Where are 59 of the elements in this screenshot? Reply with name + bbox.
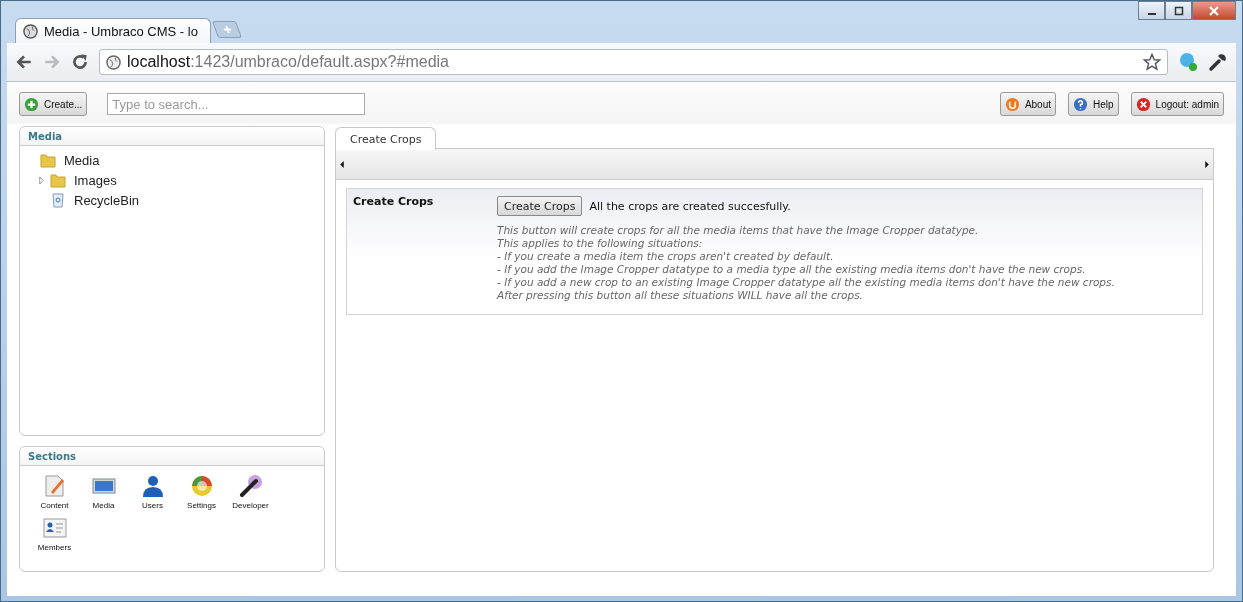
section-item[interactable]: Settings [177,474,226,510]
close-icon [1135,96,1151,112]
section-item[interactable]: Content [30,474,79,510]
panel-title: Media [28,130,63,142]
globe-icon [23,23,38,39]
tree-item[interactable]: Media [28,150,316,170]
reload-icon[interactable] [71,53,89,71]
minimize-button[interactable] [1138,1,1165,20]
logo-icon [1004,96,1020,112]
section-item[interactable]: Users [128,474,177,510]
tree-item[interactable]: Images [28,170,316,190]
address-bar[interactable]: localhost:1423/umbraco/default.aspx?#media [99,49,1168,75]
maximize-button[interactable] [1165,1,1192,20]
url-text: localhost:1423/umbraco/default.aspx?#media [127,53,450,71]
wand-icon [238,474,263,498]
section-item[interactable]: Members [30,516,79,552]
section-label: Settings [187,501,216,510]
about-button[interactable]: About [999,92,1057,116]
section-label: Members [37,543,72,552]
folder-icon [50,172,66,188]
property-label: Create Crops [353,195,435,210]
document-pencil-icon [42,474,67,498]
tree-item[interactable]: RecycleBin [28,190,316,210]
folder-icon [40,152,56,168]
status-message: All the crops are created succesfully. [589,199,791,213]
browser-tab[interactable]: Media - Umbraco CMS - lo [15,18,211,43]
panel-title: Sections [28,450,77,462]
user-icon [140,474,165,498]
new-tab-button[interactable] [211,21,243,38]
section-label: Media [92,501,115,510]
wrench-icon[interactable] [1208,52,1228,72]
section-label: Users [142,501,163,510]
back-icon[interactable] [15,53,33,71]
close-window-button[interactable] [1192,1,1236,20]
section-label: Content [40,501,69,510]
minimize-icon [1147,12,1156,15]
maximize-icon [1173,5,1184,16]
panel-tab[interactable]: Create Crops [335,127,437,150]
star-icon[interactable] [1143,53,1161,71]
create-button[interactable]: Create... [19,92,88,116]
description-text: This button will create crops for all the media items that have the Image Cropper datatype. This applies to the following situations: - If you create a media item the crops aren't created by default. - If you add the Image Cropper datatype to a media type all the existing media items don't have the new crops. - If you add a new crop to an existing Image Cropper datatype all the existing media items don't have the new crops. After pressing this button all these situations WILL have all the crops. [497,224,1116,302]
recycle-bin-icon [50,192,66,208]
create-crops-button[interactable]: Create Crops [497,196,583,216]
section-item[interactable]: Developer [226,474,275,510]
search-field[interactable]: Type to search... [107,93,366,115]
globe-icon [106,54,121,70]
extension-icon[interactable] [1178,52,1198,72]
scroll-right-icon[interactable] [1205,160,1209,168]
plus-icon [24,96,39,112]
member-card-icon [42,516,67,540]
scroll-left-icon[interactable] [340,160,344,168]
help-icon [1073,96,1089,112]
section-label: Developer [232,501,269,510]
tab-title: Media - Umbraco CMS - lo [44,23,198,39]
close-icon [1209,5,1219,16]
help-button[interactable]: Help [1068,92,1119,116]
logout-button[interactable]: Logout: admin [1130,92,1224,116]
color-wheel-icon [189,474,214,498]
section-item[interactable]: Media [79,474,128,510]
